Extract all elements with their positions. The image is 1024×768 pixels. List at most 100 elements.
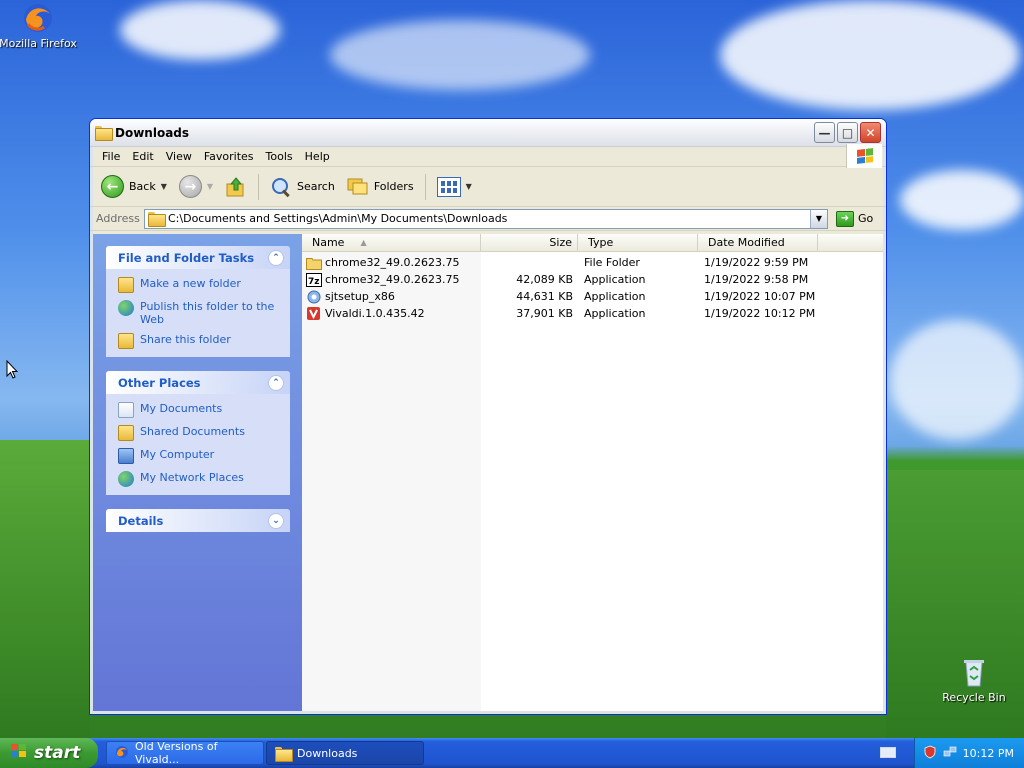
7zip-icon: 7z xyxy=(306,272,322,287)
desktop-icon-label: Recycle Bin xyxy=(942,691,1006,704)
address-label: Address xyxy=(96,212,140,225)
hills xyxy=(0,440,90,738)
forward-button[interactable]: → ▼ xyxy=(176,173,216,200)
taskbar-item-label: Old Versions of Vivald... xyxy=(135,740,218,766)
menu-file[interactable]: File xyxy=(96,150,126,163)
cloud xyxy=(720,0,1020,110)
folders-button[interactable]: Folders xyxy=(344,173,417,200)
table-row[interactable]: Vivaldi.1.0.435.42 37,901 KB Application… xyxy=(302,305,883,322)
desktop-icon-label: Mozilla Firefox xyxy=(0,37,77,50)
back-button[interactable]: ← Back ▼ xyxy=(98,173,170,200)
network-icon xyxy=(118,471,134,487)
search-icon xyxy=(270,176,292,198)
taskbar-item-downloads[interactable]: Downloads xyxy=(266,741,424,765)
toolbar-separator xyxy=(258,173,260,200)
menu-favorites[interactable]: Favorites xyxy=(198,150,260,163)
my-computer-link[interactable]: My Computer xyxy=(118,448,282,464)
column-header-date-modified[interactable]: Date Modified xyxy=(698,234,818,251)
up-folder-button[interactable] xyxy=(222,174,250,200)
address-bar: Address C:\Documents and Settings\Admin\… xyxy=(90,207,886,231)
start-button[interactable]: start xyxy=(0,738,98,768)
shared-documents-link[interactable]: Shared Documents xyxy=(118,425,282,441)
expand-icon[interactable]: ⌄ xyxy=(268,512,284,529)
clock[interactable]: 10:12 PM xyxy=(963,747,1014,760)
column-header-name[interactable]: Name ▲ xyxy=(302,234,481,251)
minimize-button[interactable]: — xyxy=(814,122,835,143)
file-list[interactable]: Name ▲ Size Type Date Modified chrome32_… xyxy=(302,234,883,711)
share-folder-icon xyxy=(118,333,134,349)
panel-title: File and Folder Tasks xyxy=(118,250,255,265)
setup-icon xyxy=(306,290,322,304)
chevron-down-icon[interactable]: ▼ xyxy=(810,209,827,228)
chevron-down-icon[interactable]: ▼ xyxy=(161,182,167,191)
menu-edit[interactable]: Edit xyxy=(126,150,159,163)
address-input[interactable]: C:\Documents and Settings\Admin\My Docum… xyxy=(144,208,828,229)
vivaldi-icon xyxy=(306,306,322,321)
share-folder-link[interactable]: Share this folder xyxy=(118,333,282,349)
desktop-icon-recycle-bin[interactable]: Recycle Bin xyxy=(934,656,1014,704)
my-documents-link[interactable]: My Documents xyxy=(118,402,282,418)
folder-icon xyxy=(148,212,166,227)
search-button[interactable]: Search xyxy=(267,174,338,200)
shared-documents-icon xyxy=(118,425,134,441)
cloud xyxy=(330,20,590,90)
chevron-down-icon[interactable]: ▼ xyxy=(466,182,472,191)
recycle-bin-icon xyxy=(958,656,990,688)
views-button[interactable]: ▼ xyxy=(434,175,475,199)
cloud xyxy=(900,170,1024,230)
table-row[interactable]: chrome32_49.0.2623.75 File Folder 1/19/2… xyxy=(302,254,883,271)
folder-icon xyxy=(275,746,293,762)
close-button[interactable]: ✕ xyxy=(860,122,881,143)
my-computer-icon xyxy=(118,448,134,464)
svg-text:7z: 7z xyxy=(308,277,320,287)
my-documents-icon xyxy=(118,402,134,418)
file-rows: chrome32_49.0.2623.75 File Folder 1/19/2… xyxy=(302,252,883,322)
explorer-window[interactable]: Downloads — □ ✕ File Edit View Favorites… xyxy=(89,118,887,715)
taskbar-item-firefox[interactable]: Old Versions of Vivald... xyxy=(106,740,264,766)
column-header-type[interactable]: Type xyxy=(578,234,698,251)
system-tray: 10:12 PM xyxy=(914,738,1024,768)
windows-logo xyxy=(846,144,882,168)
keyboard-icon[interactable] xyxy=(880,747,896,758)
table-row[interactable]: 7z chrome32_49.0.2623.75 42,089 KB Appli… xyxy=(302,271,883,288)
cursor-icon xyxy=(6,359,19,383)
go-arrow-icon: ➜ xyxy=(836,210,854,227)
sort-ascending-icon: ▲ xyxy=(360,238,367,247)
menu-view[interactable]: View xyxy=(160,150,198,163)
column-headers: Name ▲ Size Type Date Modified xyxy=(302,234,883,252)
task-pane: File and Folder Tasks ⌃ Make a new folde… xyxy=(93,234,302,711)
publish-folder-link[interactable]: Publish this folder to the Web xyxy=(118,300,282,326)
desktop-icon-firefox[interactable]: Mozilla Firefox xyxy=(0,2,78,50)
chevron-down-icon[interactable]: ▼ xyxy=(207,182,213,191)
collapse-icon[interactable]: ⌃ xyxy=(268,249,284,266)
globe-icon xyxy=(118,300,134,316)
menu-help[interactable]: Help xyxy=(299,150,336,163)
network-icon[interactable] xyxy=(943,745,957,762)
new-folder-icon xyxy=(118,277,134,293)
firefox-icon xyxy=(22,2,54,34)
other-places-header[interactable]: Other Places ⌃ xyxy=(106,371,290,394)
file-folder-tasks-header[interactable]: File and Folder Tasks ⌃ xyxy=(106,246,290,269)
my-network-places-link[interactable]: My Network Places xyxy=(118,471,282,487)
make-new-folder-link[interactable]: Make a new folder xyxy=(118,277,282,293)
table-row[interactable]: sjtsetup_x86 44,631 KB Application 1/19/… xyxy=(302,288,883,305)
window-title: Downloads xyxy=(115,125,190,140)
forward-arrow-icon: → xyxy=(178,175,202,198)
menu-bar: File Edit View Favorites Tools Help xyxy=(90,144,886,168)
column-header-size[interactable]: Size xyxy=(481,234,578,251)
views-icon xyxy=(436,176,461,197)
back-label: Back xyxy=(129,180,156,193)
collapse-icon[interactable]: ⌃ xyxy=(268,374,284,391)
windows-flag-icon xyxy=(10,743,28,764)
toolbar: ← Back ▼ → ▼ Search Folders ▼ xyxy=(90,167,886,207)
menu-tools[interactable]: Tools xyxy=(260,150,299,163)
go-button[interactable]: ➜ Go xyxy=(832,210,880,227)
cloud xyxy=(120,0,280,60)
details-header[interactable]: Details ⌄ xyxy=(106,509,290,532)
other-places-panel: Other Places ⌃ My Documents Shared Docum… xyxy=(106,371,290,495)
security-shield-icon[interactable] xyxy=(923,745,937,762)
toolbar-separator xyxy=(424,173,426,200)
content-area: File and Folder Tasks ⌃ Make a new folde… xyxy=(93,234,883,711)
title-bar[interactable]: Downloads — □ ✕ xyxy=(90,119,886,147)
maximize-button[interactable]: □ xyxy=(837,122,858,143)
